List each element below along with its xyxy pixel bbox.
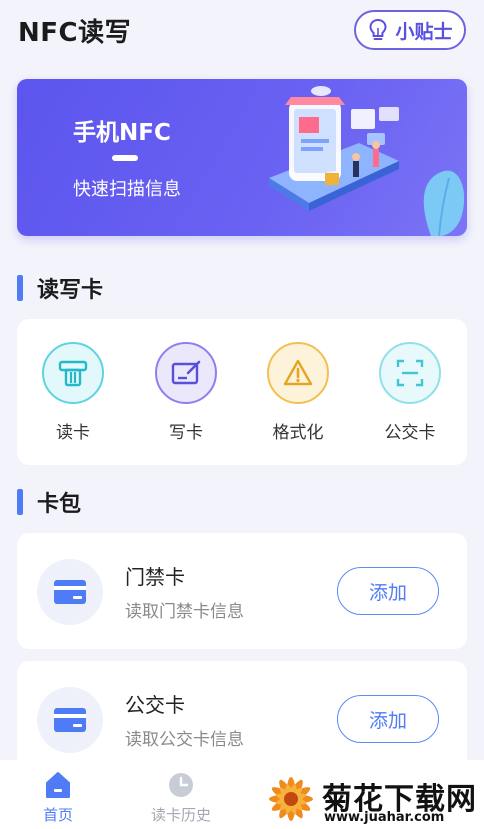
- add-bus-card-button[interactable]: 添加: [337, 695, 439, 743]
- nfc-illustration: [269, 86, 465, 236]
- read-write-section-header: 读写卡: [17, 272, 103, 304]
- wallet-item-name: 公交卡: [125, 693, 185, 717]
- card-reader-icon: [58, 360, 88, 387]
- tips-button[interactable]: 小贴士: [354, 10, 466, 50]
- watermark: 菊花下载网 www.juahar.com: [262, 770, 484, 829]
- read-write-section-title: 读写卡: [37, 278, 104, 303]
- banner-subtitle: 快速扫描信息: [73, 179, 181, 200]
- format-button[interactable]: 格式化: [253, 342, 343, 443]
- add-access-card-button[interactable]: 添加: [337, 567, 439, 615]
- scan-icon: [396, 359, 424, 387]
- write-card-circle: [155, 342, 217, 404]
- wallet-section-header: 卡包: [17, 486, 81, 518]
- access-card-icon-wrap: [37, 559, 103, 625]
- lightbulb-icon: [369, 18, 387, 40]
- watermark-url: www.juahar.com: [324, 810, 445, 825]
- wallet-item-description: 读取公交卡信息: [125, 730, 244, 750]
- bus-card-circle: [379, 342, 441, 404]
- home-icon: [46, 772, 70, 798]
- bus-card-label: 公交卡: [384, 423, 436, 443]
- nav-read-history[interactable]: 读卡历史: [141, 770, 221, 825]
- write-card-button[interactable]: 写卡: [141, 342, 231, 443]
- top-bar: NFC读写 小贴士: [0, 0, 484, 62]
- nav-home-label: 首页: [42, 806, 73, 824]
- write-card-label: 写卡: [169, 423, 203, 443]
- edit-card-icon: [171, 360, 201, 385]
- banner-divider: [112, 155, 138, 161]
- wallet-section-title: 卡包: [37, 492, 82, 517]
- credit-card-icon: [54, 580, 86, 604]
- nav-read-history-label: 读卡历史: [150, 806, 211, 824]
- banner-title: 手机NFC: [73, 120, 171, 146]
- wallet-item-name: 门禁卡: [125, 565, 185, 589]
- bus-card-icon-wrap: [37, 687, 103, 753]
- app-title: NFC读写: [18, 18, 132, 48]
- format-circle: [267, 342, 329, 404]
- bus-card-button[interactable]: 公交卡: [365, 342, 455, 443]
- tips-label: 小贴士: [395, 20, 453, 43]
- nav-home[interactable]: 首页: [18, 770, 98, 825]
- read-write-card: 读卡 写卡 格式化 公交卡: [17, 319, 467, 465]
- clock-icon: [169, 773, 193, 797]
- read-card-button[interactable]: 读卡: [28, 342, 118, 443]
- credit-card-icon: [54, 708, 86, 732]
- warning-icon: [283, 359, 313, 386]
- nfc-banner[interactable]: 手机NFC 快速扫描信息: [17, 79, 467, 236]
- wallet-item-access-card[interactable]: 门禁卡 读取门禁卡信息 添加: [17, 533, 467, 649]
- read-card-circle: [42, 342, 104, 404]
- section-accent-bar: [17, 489, 23, 515]
- wallet-item-description: 读取门禁卡信息: [125, 602, 244, 622]
- format-label: 格式化: [272, 423, 324, 443]
- read-card-label: 读卡: [56, 423, 90, 443]
- chrysanthemum-logo: [269, 777, 313, 821]
- section-accent-bar: [17, 275, 23, 301]
